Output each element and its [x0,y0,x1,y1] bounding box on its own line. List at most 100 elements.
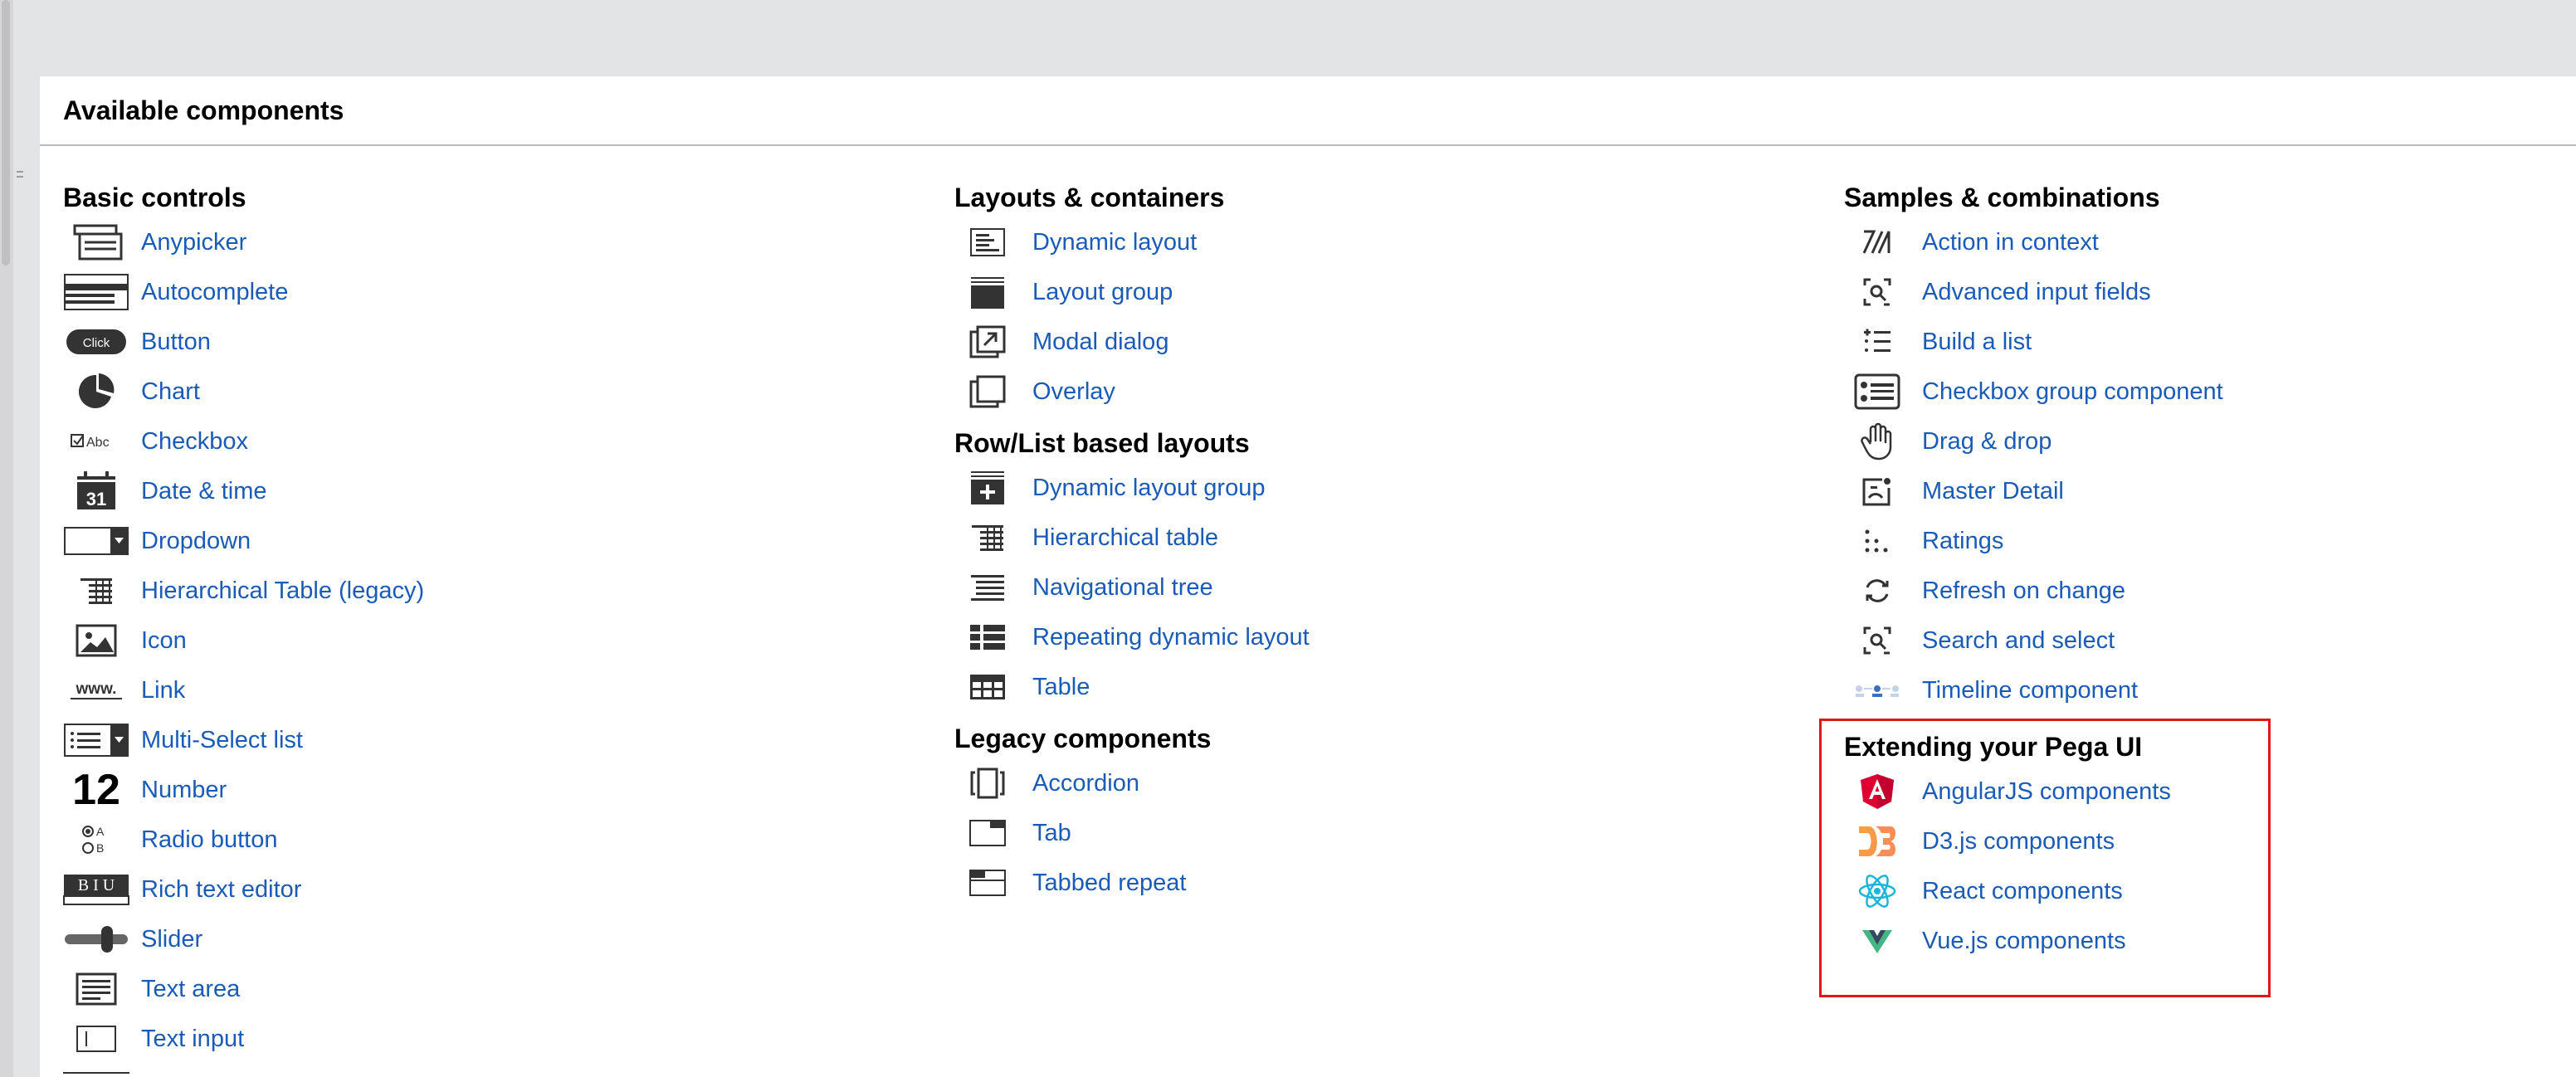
component-link[interactable]: Checkbox group component [1922,378,2223,406]
hand-icon [1844,420,1910,463]
component-item-overlay[interactable]: Overlay [954,367,1310,417]
component-item-action-in-context[interactable]: Action in context [1844,217,2223,267]
navigational-tree-icon [954,566,1021,609]
component-item-drag-drop[interactable]: Drag & drop [1844,417,2223,466]
component-link[interactable]: Overlay [1032,378,1115,406]
modal-dialog-icon [954,320,1021,363]
component-link[interactable]: Radio button [141,826,277,854]
component-item-advanced-input-fields[interactable]: Advanced input fields [1844,267,2223,317]
component-link[interactable]: Chart [141,378,200,406]
component-item-checkbox-group[interactable]: Checkbox group component [1844,367,2223,417]
layout-group-icon [954,270,1021,314]
component-item-navigational-tree[interactable]: Navigational tree [954,563,1310,612]
multiselect-icon [63,719,129,762]
component-item-tab[interactable]: Tab [954,808,1310,858]
component-link[interactable]: Search and select [1922,627,2115,655]
component-link[interactable]: Modal dialog [1032,329,1168,356]
component-item-autocomplete[interactable]: Autocomplete [63,267,424,317]
component-item-radio-button[interactable]: AB Radio button [63,815,424,865]
panel-title: Available components [63,95,344,125]
component-link[interactable]: Repeating dynamic layout [1032,624,1310,651]
component-item-hierarchical-table-legacy[interactable]: Hierarchical Table (legacy) [63,566,424,616]
component-item-text-area[interactable]: Text area [63,964,424,1014]
dynamic-layout-icon [954,221,1021,264]
component-item-ratings[interactable]: Ratings [1844,516,2223,566]
component-link[interactable]: Hierarchical table [1032,524,1218,552]
component-link[interactable]: Dropdown [141,528,251,555]
component-link[interactable]: Drag & drop [1922,428,2052,456]
rich-text-icon: B I U [63,868,129,911]
component-link[interactable]: Anypicker [141,229,246,256]
component-item-refresh-on-change[interactable]: Refresh on change [1844,566,2223,616]
component-item-dynamic-layout[interactable]: Dynamic layout [954,217,1310,267]
checkbox-group-icon [1844,370,1910,413]
timeline-icon [1844,669,1910,712]
component-item-hierarchical-table[interactable]: Hierarchical table [954,513,1310,563]
component-link[interactable]: Dynamic layout [1032,229,1197,256]
component-item-button[interactable]: Click Button [63,317,424,367]
component-item-search-and-select[interactable]: Search and select [1844,616,2223,665]
component-link[interactable]: Multi-Select list [141,727,303,754]
tabbed-repeat-icon [954,861,1021,904]
layouts-column: Layouts & containers Dynamic layout Layo… [954,178,1310,908]
component-item-build-a-list[interactable]: Build a list [1844,317,2223,367]
svg-text:B: B [96,841,104,855]
component-item-accordion[interactable]: Accordion [954,758,1310,808]
component-item-slider[interactable]: Slider [63,914,424,964]
component-item-dynamic-layout-group[interactable]: Dynamic layout group [954,463,1310,513]
component-item-timeline[interactable]: Timeline component [1844,665,2223,715]
component-link[interactable]: Rich text editor [141,876,301,904]
component-item-table[interactable]: Table [954,662,1310,712]
component-item-modal-dialog[interactable]: Modal dialog [954,317,1310,367]
radio-icon: AB [63,818,129,861]
component-item-chart[interactable]: Chart [63,367,424,417]
component-link[interactable]: Advanced input fields [1922,279,2151,306]
component-link[interactable]: Build a list [1922,329,2032,356]
component-link[interactable]: Number [141,777,227,804]
component-link[interactable]: Layout group [1032,279,1173,306]
component-item-master-detail[interactable]: Master Detail [1844,466,2223,516]
row-list-heading: Row/List based layouts [954,428,1250,458]
component-item-icon[interactable]: Icon [63,616,424,665]
splitter-grip-icon [17,171,23,186]
component-link[interactable]: Button [141,329,211,356]
component-item-link[interactable]: www. Link [63,665,424,715]
component-link[interactable]: Timeline component [1922,677,2138,704]
component-item-rich-text-editor[interactable]: B I U Rich text editor [63,865,424,914]
build-list-icon [1844,320,1910,363]
component-link[interactable]: Text input [141,1026,244,1053]
component-item-repeating-dynamic-layout[interactable]: Repeating dynamic layout [954,612,1310,662]
component-item-text-input[interactable]: Text input [63,1014,424,1064]
component-item-layout-group[interactable]: Layout group [954,267,1310,317]
component-link[interactable]: Refresh on change [1922,577,2125,605]
component-link[interactable]: Slider [141,926,202,953]
component-link[interactable]: Dynamic layout group [1032,475,1265,502]
component-item-number[interactable]: 12 Number [63,765,424,815]
component-item-tabbed-repeat[interactable]: Tabbed repeat [954,858,1310,908]
component-link[interactable]: Tabbed repeat [1032,870,1186,897]
svg-text:31: 31 [86,489,106,509]
component-item-anypicker[interactable]: Anypicker [63,217,424,267]
refresh-icon [1844,569,1910,612]
component-link[interactable]: Table [1032,674,1090,701]
component-link[interactable]: Master Detail [1922,478,2064,505]
component-link[interactable]: Accordion [1032,770,1139,797]
component-item-checkbox[interactable]: Abc Checkbox [63,417,424,466]
component-item-date-time[interactable]: 31 Date & time [63,466,424,516]
component-link[interactable]: Autocomplete [141,279,288,306]
component-item-multi-select-list[interactable]: Multi-Select list [63,715,424,765]
splitter[interactable] [0,0,33,1077]
component-link[interactable]: Link [141,677,185,704]
component-link[interactable]: Tab [1032,820,1071,847]
partially-visible-item [63,1067,129,1077]
component-link[interactable]: Hierarchical Table (legacy) [141,577,424,605]
component-link[interactable]: Ratings [1922,528,2003,555]
component-link[interactable]: Navigational tree [1032,574,1213,602]
component-item-dropdown[interactable]: Dropdown [63,516,424,566]
component-link[interactable]: Date & time [141,478,267,505]
component-link[interactable]: Icon [141,627,187,655]
legacy-heading: Legacy components [954,724,1212,753]
component-link[interactable]: Action in context [1922,229,2099,256]
component-link[interactable]: Text area [141,976,240,1003]
component-link[interactable]: Checkbox [141,428,248,456]
